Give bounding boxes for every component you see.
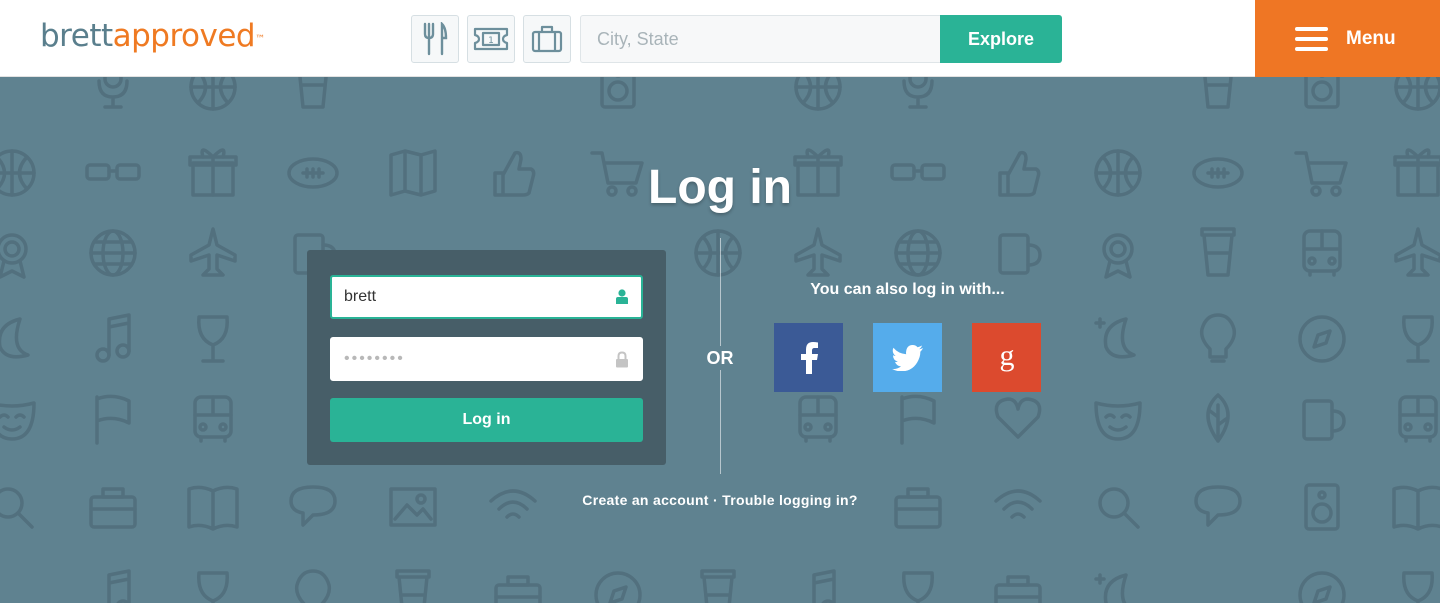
login-form: Log in bbox=[307, 250, 666, 465]
user-icon bbox=[616, 289, 628, 304]
menu-button[interactable]: Menu bbox=[1255, 0, 1440, 77]
link-separator: · bbox=[712, 492, 718, 508]
travel-category-button[interactable] bbox=[523, 15, 571, 63]
or-label: OR bbox=[700, 346, 740, 370]
logo-brett: brett bbox=[40, 18, 113, 54]
ticket-icon: 1 bbox=[473, 27, 509, 51]
facebook-icon bbox=[800, 341, 818, 374]
svg-text:g: g bbox=[999, 343, 1014, 372]
site-header: brettapproved™ 1 Explore Me bbox=[0, 0, 1440, 77]
google-login-button[interactable]: g bbox=[972, 323, 1041, 392]
location-search-input[interactable] bbox=[580, 15, 942, 63]
google-icon: g bbox=[999, 343, 1014, 372]
twitter-login-button[interactable] bbox=[873, 323, 942, 392]
restaurants-category-button[interactable] bbox=[411, 15, 459, 63]
login-help-links: Create an account · Trouble logging in? bbox=[0, 492, 1440, 508]
password-input[interactable] bbox=[332, 339, 641, 379]
facebook-login-button[interactable] bbox=[774, 323, 843, 392]
password-field[interactable] bbox=[330, 337, 643, 381]
brettapproved-logo[interactable]: brettapproved™ bbox=[40, 16, 265, 56]
logo-trademark: ™ bbox=[255, 34, 265, 45]
username-input[interactable] bbox=[332, 277, 641, 317]
explore-button[interactable]: Explore bbox=[940, 15, 1062, 63]
page-title: Log in bbox=[648, 161, 792, 214]
lock-icon bbox=[616, 351, 628, 368]
username-field[interactable] bbox=[330, 275, 643, 319]
logo-approved: approved bbox=[112, 18, 256, 54]
hamburger-icon bbox=[1295, 26, 1328, 51]
social-login-title: You can also log in with... bbox=[810, 281, 1005, 298]
svg-text:1: 1 bbox=[488, 36, 494, 46]
menu-label: Menu bbox=[1346, 27, 1396, 49]
login-submit-button[interactable]: Log in bbox=[330, 398, 643, 442]
twitter-bird-icon bbox=[891, 344, 923, 371]
create-account-link[interactable]: Create an account bbox=[582, 492, 708, 508]
events-category-button[interactable]: 1 bbox=[467, 15, 515, 63]
trouble-logging-in-link[interactable]: Trouble logging in? bbox=[722, 492, 858, 508]
suitcase-icon bbox=[531, 25, 563, 53]
fork-knife-icon bbox=[423, 22, 448, 56]
